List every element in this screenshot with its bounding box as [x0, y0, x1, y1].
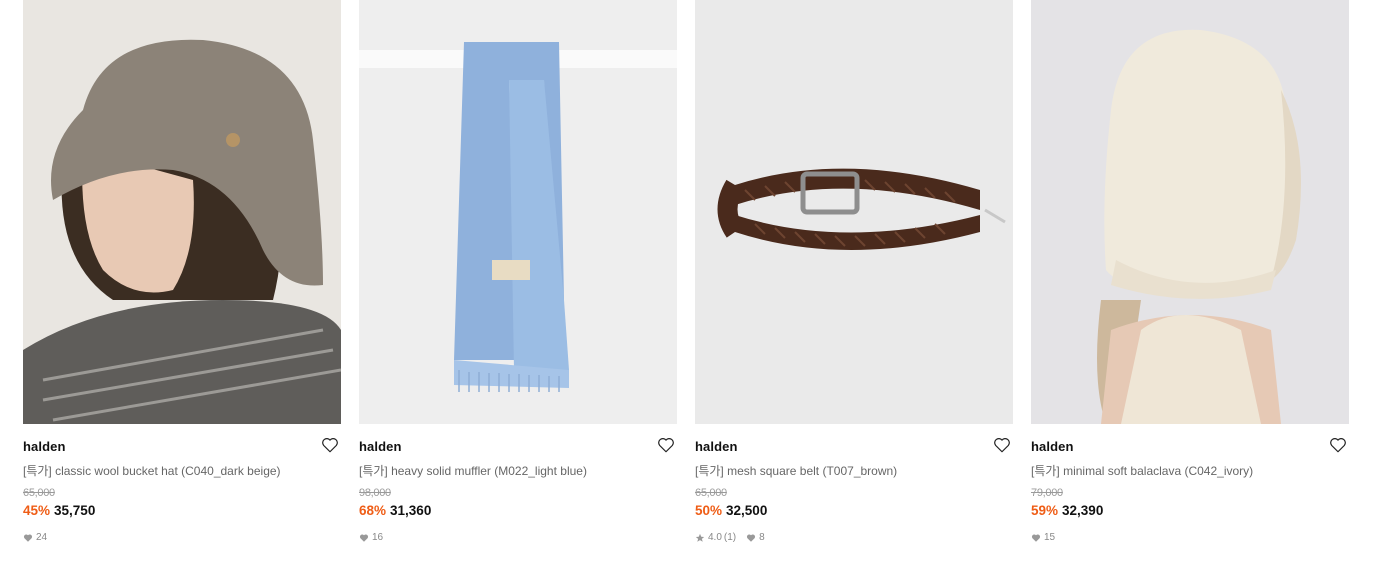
- like-count: 15: [1031, 532, 1055, 543]
- sale-price: 31,360: [390, 503, 432, 518]
- bucket-hat-illustration: [23, 0, 341, 424]
- heart-filled-icon: [747, 533, 756, 542]
- original-price: 65,000: [695, 487, 727, 499]
- product-grid: halden [특가] classic wool bucket hat (C04…: [0, 0, 1373, 563]
- product-stats: 24: [23, 532, 57, 543]
- product-image-bucket-hat[interactable]: [23, 0, 341, 424]
- star-icon: [695, 533, 705, 542]
- like-count-value: 15: [1044, 532, 1056, 543]
- product-title[interactable]: [특가] heavy solid muffler (M022_light blu…: [359, 462, 659, 479]
- discount-rate: 50%: [695, 503, 723, 518]
- price-row: 68% 31,360: [359, 503, 431, 518]
- heart-filled-icon: [23, 533, 33, 542]
- original-price: 98,000: [359, 487, 391, 499]
- wishlist-heart-icon[interactable]: [657, 436, 675, 454]
- product-card[interactable]: halden [특가] minimal soft balaclava (C042…: [1031, 0, 1349, 563]
- product-image-balaclava[interactable]: [1031, 0, 1349, 424]
- wishlist-heart-icon[interactable]: [1329, 436, 1347, 454]
- belt-illustration: [695, 0, 1013, 424]
- discount-rate: 59%: [1031, 503, 1059, 518]
- discount-rate: 68%: [359, 503, 387, 518]
- brand-name[interactable]: halden: [23, 439, 66, 454]
- like-count-value: 16: [372, 532, 384, 543]
- like-count-value: 8: [759, 532, 765, 543]
- balaclava-illustration: [1031, 0, 1349, 424]
- discount-rate: 45%: [23, 503, 51, 518]
- wishlist-heart-icon[interactable]: [321, 436, 339, 454]
- original-price: 79,000: [1031, 487, 1063, 499]
- heart-filled-icon: [1031, 533, 1041, 542]
- sale-price: 32,390: [1062, 503, 1104, 518]
- wishlist-heart-icon[interactable]: [993, 436, 1011, 454]
- like-count: 8: [746, 532, 765, 543]
- rating-value: 4.0: [708, 532, 722, 543]
- product-stats: 16: [359, 532, 393, 543]
- muffler-illustration: [359, 0, 677, 424]
- product-title[interactable]: [특가] minimal soft balaclava (C042_ivory): [1031, 462, 1331, 479]
- product-stats: 4.0 (1) 8: [695, 532, 775, 543]
- product-title[interactable]: [특가] mesh square belt (T007_brown): [695, 462, 995, 479]
- review-count: (1): [723, 532, 737, 543]
- price-row: 50% 32,500: [695, 503, 767, 518]
- sale-price: 32,500: [726, 503, 768, 518]
- brand-name[interactable]: halden: [1031, 439, 1074, 454]
- product-image-belt[interactable]: [695, 0, 1013, 424]
- product-stats: 15: [1031, 532, 1065, 543]
- product-card[interactable]: halden [특가] classic wool bucket hat (C04…: [23, 0, 341, 563]
- rating: 4.0 (1): [695, 532, 736, 543]
- like-count: 16: [359, 532, 383, 543]
- sale-price: 35,750: [54, 503, 96, 518]
- product-card[interactable]: halden [특가] heavy solid muffler (M022_li…: [359, 0, 677, 563]
- product-title[interactable]: [특가] classic wool bucket hat (C040_dark …: [23, 462, 323, 479]
- heart-filled-icon: [359, 533, 369, 542]
- product-card[interactable]: halden [특가] mesh square belt (T007_brown…: [695, 0, 1013, 563]
- price-row: 45% 35,750: [23, 503, 95, 518]
- brand-name[interactable]: halden: [695, 439, 738, 454]
- like-count-value: 24: [36, 532, 48, 543]
- brand-name[interactable]: halden: [359, 439, 402, 454]
- price-row: 59% 32,390: [1031, 503, 1103, 518]
- original-price: 65,000: [23, 487, 55, 499]
- product-image-muffler[interactable]: [359, 0, 677, 424]
- like-count: 24: [23, 532, 47, 543]
